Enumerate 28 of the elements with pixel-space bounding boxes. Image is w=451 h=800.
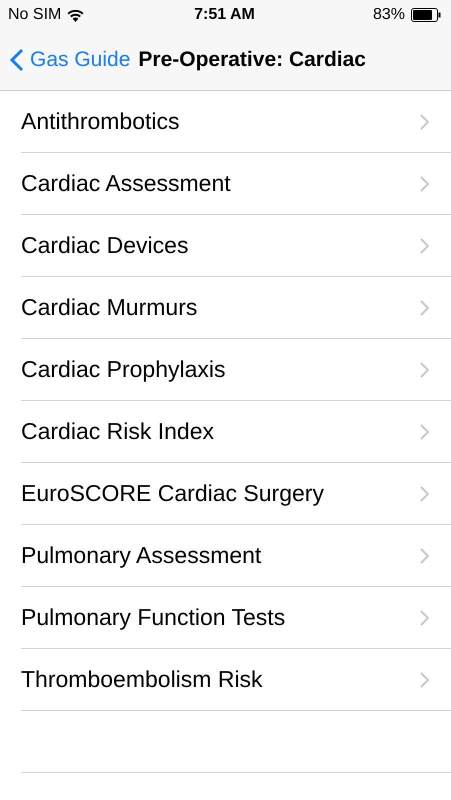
chevron-left-icon (10, 48, 24, 72)
battery-percentage: 83% (372, 6, 405, 24)
list-item[interactable]: Pulmonary Assessment (21, 525, 451, 587)
list-item[interactable]: Cardiac Assessment (21, 153, 451, 215)
back-button[interactable]: Gas Guide (10, 48, 130, 72)
chevron-right-icon (420, 672, 429, 688)
clock-time: 7:51 AM (194, 6, 255, 24)
chevron-right-icon (420, 486, 429, 502)
wifi-icon (67, 8, 84, 22)
battery-icon (410, 8, 441, 22)
list-item[interactable]: Antithrombotics (21, 91, 451, 153)
list-item[interactable]: EuroSCORE Cardiac Surgery (21, 463, 451, 525)
chevron-right-icon (420, 548, 429, 564)
chevron-right-icon (420, 114, 429, 130)
chevron-right-icon (420, 238, 429, 254)
list-item[interactable]: Cardiac Murmurs (21, 277, 451, 339)
list-item[interactable]: Pulmonary Function Tests (21, 587, 451, 649)
chevron-right-icon (420, 362, 429, 378)
chevron-right-icon (420, 300, 429, 316)
list-item[interactable]: Cardiac Devices (21, 215, 451, 277)
chevron-right-icon (420, 610, 429, 626)
chevron-right-icon (420, 176, 429, 192)
chevron-right-icon (420, 424, 429, 440)
list-item[interactable]: Thromboembolism Risk (21, 649, 451, 711)
list-item[interactable]: Cardiac Risk Index (21, 401, 451, 463)
carrier-label: No SIM (8, 6, 62, 24)
screen-title: Pre-Operative: Cardiac (138, 48, 366, 72)
list-item[interactable]: Cardiac Prophylaxis (21, 339, 451, 401)
